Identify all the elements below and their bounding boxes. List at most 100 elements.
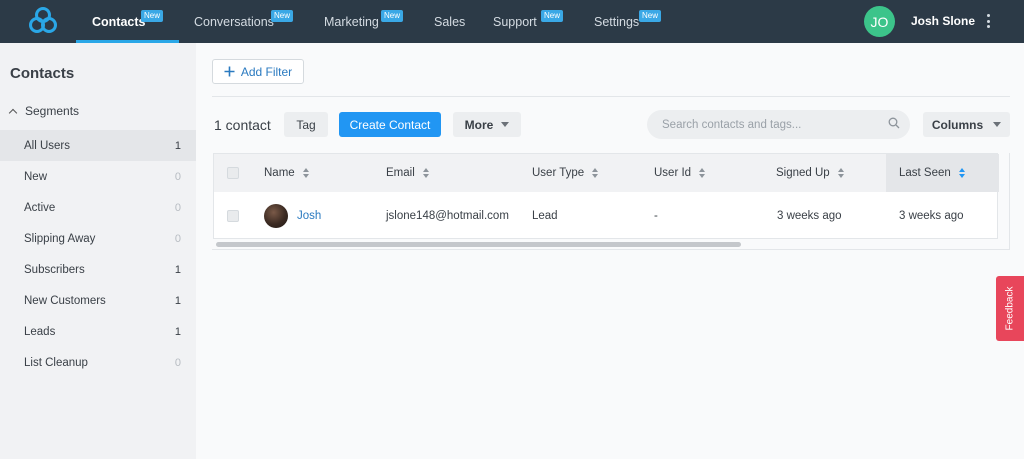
column-header-user-type[interactable]: User Type bbox=[532, 154, 599, 192]
top-navigation-bar: Contacts New Conversations New Marketing… bbox=[0, 0, 1024, 43]
segment-subscribers[interactable]: Subscribers 1 bbox=[0, 254, 196, 285]
nav-tab-settings[interactable]: Settings bbox=[594, 0, 639, 43]
table-cell-user-type: Lead bbox=[532, 209, 558, 222]
sort-icon bbox=[837, 168, 844, 178]
column-header-signed-up[interactable]: Signed Up bbox=[776, 154, 844, 192]
contact-avatar[interactable] bbox=[264, 203, 288, 228]
contact-count: 1 contact bbox=[214, 117, 271, 133]
sidebar-title: Contacts bbox=[10, 65, 75, 82]
segment-label: Leads bbox=[24, 325, 56, 338]
segment-count: 0 bbox=[174, 170, 181, 183]
table-header: Name Email User Type User Id Signed Up L… bbox=[214, 154, 999, 192]
nav-tab-conversations[interactable]: Conversations bbox=[194, 0, 274, 43]
user-name[interactable]: Josh Slone bbox=[911, 14, 975, 28]
more-dropdown-button[interactable]: More bbox=[453, 112, 521, 137]
horizontal-scrollbar[interactable] bbox=[213, 241, 998, 248]
nav-tab-marketing[interactable]: Marketing bbox=[324, 0, 379, 43]
segment-count: 0 bbox=[174, 232, 181, 245]
segment-count: 1 bbox=[174, 263, 181, 276]
segment-label: Slipping Away bbox=[24, 232, 96, 245]
column-header-user-id[interactable]: User Id bbox=[654, 154, 706, 192]
segment-label: New bbox=[24, 170, 48, 183]
nav-tab-label: Contacts bbox=[92, 14, 146, 29]
header-label: Email bbox=[386, 167, 415, 179]
segment-count: 0 bbox=[174, 201, 181, 214]
table-cell-email: jslone148@hotmail.com bbox=[386, 209, 509, 222]
scrollbar-thumb[interactable] bbox=[216, 242, 741, 247]
segment-slipping-away[interactable]: Slipping Away 0 bbox=[0, 223, 196, 254]
feedback-tab[interactable]: Feedback bbox=[996, 276, 1024, 341]
columns-label: Columns bbox=[931, 117, 984, 132]
segment-label: Subscribers bbox=[24, 263, 85, 276]
segment-label: List Cleanup bbox=[24, 356, 88, 369]
more-label: More bbox=[464, 117, 494, 132]
columns-dropdown-button[interactable]: Columns bbox=[923, 112, 1010, 137]
segment-new-customers[interactable]: New Customers 1 bbox=[0, 285, 196, 316]
nav-tab-support[interactable]: Support bbox=[493, 0, 537, 43]
column-header-name[interactable]: Name bbox=[264, 154, 309, 192]
segment-label: Active bbox=[24, 201, 56, 214]
header-label: User Id bbox=[654, 167, 692, 179]
user-avatar[interactable]: JO bbox=[864, 6, 895, 37]
nav-tab-contacts[interactable]: Contacts bbox=[92, 0, 145, 43]
divider bbox=[212, 96, 1010, 97]
segment-label: New Customers bbox=[24, 294, 106, 307]
segment-active[interactable]: Active 0 bbox=[0, 192, 196, 223]
search-input[interactable] bbox=[647, 110, 910, 139]
nav-tab-label: Settings bbox=[594, 14, 640, 29]
header-label: Name bbox=[264, 167, 295, 179]
chevron-up-icon bbox=[8, 108, 18, 117]
header-label: User Type bbox=[532, 167, 585, 179]
table-cell-name: Josh bbox=[264, 192, 321, 239]
nav-tab-sales[interactable]: Sales bbox=[434, 0, 465, 43]
divider bbox=[1009, 153, 1010, 249]
nav-tab-label: Marketing bbox=[324, 14, 379, 29]
create-contact-button[interactable]: Create Contact bbox=[339, 112, 441, 137]
segment-all-users[interactable]: All Users 1 bbox=[0, 130, 196, 161]
tag-button[interactable]: Tag bbox=[284, 112, 328, 137]
plus-icon bbox=[224, 66, 235, 77]
segments-sidebar: Contacts Segments All Users 1 New 0 Acti… bbox=[0, 43, 196, 459]
segment-count: 1 bbox=[174, 139, 181, 152]
nav-tab-label: Sales bbox=[434, 14, 466, 29]
segment-count: 1 bbox=[174, 294, 181, 307]
segment-list-cleanup[interactable]: List Cleanup 0 bbox=[0, 347, 196, 378]
header-label: Signed Up bbox=[776, 167, 830, 179]
contacts-table: Name Email User Type User Id Signed Up L… bbox=[213, 153, 999, 239]
new-badge: New bbox=[271, 10, 294, 22]
add-filter-button[interactable]: Add Filter bbox=[212, 59, 304, 84]
add-filter-label: Add Filter bbox=[240, 64, 293, 79]
nav-tab-label: Support bbox=[493, 14, 537, 29]
segment-label: All Users bbox=[24, 139, 71, 152]
contact-name-link[interactable]: Josh bbox=[297, 210, 321, 222]
table-cell-signed-up: 3 weeks ago bbox=[777, 209, 842, 222]
segment-count: 0 bbox=[174, 356, 181, 369]
new-badge: New bbox=[639, 10, 662, 22]
column-header-email[interactable]: Email bbox=[386, 154, 429, 192]
segments-label: Segments bbox=[25, 104, 80, 118]
search-icon[interactable] bbox=[888, 117, 900, 129]
segment-count: 1 bbox=[174, 325, 181, 338]
select-all-checkbox[interactable] bbox=[227, 167, 239, 179]
sort-icon bbox=[699, 168, 706, 178]
segments-toggle[interactable]: Segments bbox=[8, 104, 80, 118]
segment-leads[interactable]: Leads 1 bbox=[0, 316, 196, 347]
new-badge: New bbox=[541, 10, 564, 22]
divider bbox=[212, 249, 1010, 250]
segment-new[interactable]: New 0 bbox=[0, 161, 196, 192]
nav-tab-label: Conversations bbox=[194, 14, 274, 29]
row-checkbox[interactable] bbox=[227, 210, 239, 222]
new-badge: New bbox=[381, 10, 404, 22]
header-label: Last Seen bbox=[899, 167, 951, 179]
caret-down-icon bbox=[993, 122, 1002, 127]
feedback-label: Feedback bbox=[1004, 286, 1016, 331]
table-cell-user-id: - bbox=[654, 209, 658, 222]
sort-active-icon bbox=[958, 168, 965, 178]
sort-icon bbox=[422, 168, 429, 178]
sort-icon bbox=[592, 168, 599, 178]
table-cell-last-seen: 3 weeks ago bbox=[899, 209, 964, 222]
sort-icon bbox=[302, 168, 309, 178]
more-options-icon[interactable] bbox=[983, 12, 993, 30]
app-logo-icon[interactable] bbox=[28, 6, 58, 36]
column-header-last-seen[interactable]: Last Seen bbox=[886, 154, 999, 192]
